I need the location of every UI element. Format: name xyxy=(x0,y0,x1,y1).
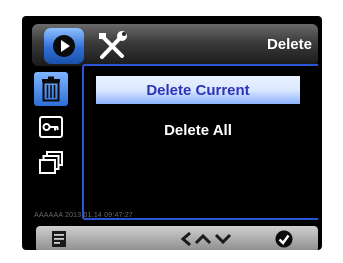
menu-item-delete-current[interactable]: Delete Current xyxy=(96,76,300,104)
page-title: Delete xyxy=(266,36,312,53)
left-arrow-icon xyxy=(180,231,191,247)
sidebar-item-delete[interactable] xyxy=(34,72,68,106)
camera-screen: Delete Delete Current Delete All AAAAAA … xyxy=(22,16,322,250)
timestamp-overlay: AAAAAA 2013.01.14 09:47:27 xyxy=(34,212,133,219)
menu-item-label: Delete All xyxy=(164,121,232,139)
sidebar-item-protect[interactable] xyxy=(38,114,64,140)
menu-item-delete-all[interactable]: Delete All xyxy=(96,116,300,144)
bottom-bar xyxy=(36,226,318,250)
tools-icon xyxy=(99,31,127,59)
trash-icon xyxy=(42,76,60,102)
up-arrow-icon xyxy=(194,233,212,245)
playback-tab[interactable] xyxy=(44,28,84,64)
setup-tab[interactable] xyxy=(90,28,134,64)
menu-icon xyxy=(52,231,66,247)
navigation-buttons[interactable] xyxy=(174,229,238,249)
menu-item-label: Delete Current xyxy=(146,81,250,99)
ok-button[interactable] xyxy=(274,229,294,249)
ok-icon xyxy=(275,230,293,248)
key-icon xyxy=(39,116,63,138)
play-icon xyxy=(53,35,75,57)
menu-panel: Delete Current Delete All xyxy=(82,64,318,220)
down-arrow-icon xyxy=(214,233,232,245)
sidebar-item-slideshow[interactable] xyxy=(38,150,64,176)
menu-button[interactable] xyxy=(50,229,68,249)
layers-icon xyxy=(39,151,63,174)
